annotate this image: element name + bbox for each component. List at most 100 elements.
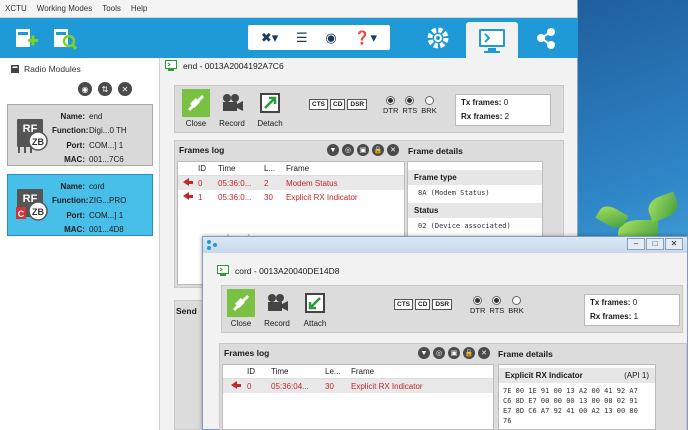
rts-toggle[interactable] <box>405 96 415 105</box>
module-name: end <box>89 111 103 121</box>
close-connection-button[interactable]: Close <box>179 89 213 128</box>
menu-item-help[interactable]: Help <box>126 4 152 13</box>
attach-button[interactable]: Attach <box>298 289 332 328</box>
frame-details-title: Frame details <box>498 349 553 359</box>
row-id: 1 <box>198 192 203 202</box>
coord-device-toolbar: Close Record Attach CTS CD DSR DTR RTS B… <box>221 285 683 333</box>
clear-icon[interactable]: ✕ <box>478 347 490 359</box>
col-time[interactable]: Time <box>218 164 264 173</box>
console-tab-cord[interactable]: cord - 0013A20040DE14D8 <box>217 265 339 276</box>
record-button[interactable]: Record <box>215 89 249 128</box>
plug-icon <box>182 89 210 117</box>
help-icon[interactable]: ❓▾ <box>354 30 377 46</box>
frames-counter: Tx frames: 0 Rx frames: 2 <box>455 94 551 126</box>
radio-module-end[interactable]: RF ZB Name: end Function: Digi...0 TH Port… <box>7 104 153 166</box>
brk-label: BRK <box>421 106 437 115</box>
desktop-leaf <box>645 191 681 223</box>
configuration-mode-button[interactable] <box>424 24 452 52</box>
clear-icon[interactable]: ✕ <box>387 144 399 156</box>
search-icon[interactable]: ◎ <box>433 347 445 359</box>
console-icon <box>217 265 229 276</box>
consoles-mode-tab[interactable] <box>466 22 518 58</box>
add-module-button[interactable] <box>12 24 40 52</box>
frames-generator-icon[interactable]: ☰ <box>296 30 308 46</box>
zigbee-badge-cord: ZB <box>32 207 44 217</box>
record-button-label: Record <box>219 119 245 128</box>
close-window-button[interactable]: ✕ <box>665 238 683 250</box>
video-camera-icon <box>218 89 246 117</box>
lock-icon[interactable]: 🔒 <box>463 347 475 359</box>
menu-item-working-modes[interactable]: Working Modes <box>32 4 97 13</box>
menu-item-xctu[interactable]: XCTU <box>0 4 32 13</box>
col-id[interactable]: ID <box>247 367 271 376</box>
search-icon[interactable]: ◎ <box>342 144 354 156</box>
dtr-toggle[interactable] <box>386 96 396 105</box>
menu-item-tools[interactable]: Tools <box>97 4 126 13</box>
lock-icon[interactable]: 🔒 <box>372 144 384 156</box>
remove-modules-icon[interactable]: ✕ <box>118 82 132 96</box>
window-title-bar[interactable]: – □ ✕ <box>203 237 687 253</box>
row-id: 0 <box>198 178 203 188</box>
col-length[interactable]: Le... <box>325 367 351 376</box>
tools-icon[interactable]: ✖▾ <box>261 30 278 46</box>
record-button-label: Record <box>264 319 290 328</box>
dtr-label: DTR <box>383 106 399 115</box>
chat-icon[interactable]: ◉ <box>325 30 336 46</box>
close-connection-button[interactable]: Close <box>224 289 258 328</box>
filter-icon[interactable]: ▼ <box>327 144 339 156</box>
radio-module-cord[interactable]: RF C ZB Name: cord Function: ZIG...PRO Por… <box>7 174 153 236</box>
frames-counter: Tx frames: 0 Rx frames: 1 <box>584 294 680 326</box>
row-length: 30 <box>325 381 334 391</box>
main-toolbar: ✖▾ ☰ ◉ ❓▾ <box>0 18 578 58</box>
search-modules-icon[interactable]: ◉ <box>78 82 92 96</box>
brk-toggle[interactable] <box>511 296 521 305</box>
rts-label: RTS <box>402 106 418 115</box>
cd-indicator: CD <box>330 99 346 110</box>
tx-frames-count: 0 <box>503 98 509 107</box>
brk-toggle[interactable] <box>424 96 434 105</box>
hex-line: C6 8D E7 00 00 00 13 00 00 02 91 <box>503 397 638 405</box>
col-frame[interactable]: Frame <box>351 367 471 376</box>
zigbee-coordinator-icon: RF C ZB <box>16 189 48 221</box>
save-icon[interactable]: ▣ <box>357 144 369 156</box>
table-row[interactable]: 1 05:36:0... 30 Explicit RX Indicator <box>178 190 404 204</box>
col-time[interactable]: Time <box>271 367 325 376</box>
record-button[interactable]: Record <box>260 289 294 328</box>
filter-icon[interactable]: ▼ <box>418 347 430 359</box>
module-mac: 001...7C6 <box>89 155 124 165</box>
window-controls: – □ ✕ <box>627 238 683 250</box>
sort-modules-icon[interactable]: ⇅ <box>98 82 112 96</box>
cts-indicator: CTS <box>309 99 328 110</box>
minimize-button[interactable]: – <box>627 238 645 250</box>
table-row[interactable]: 0 05:36:0... 2 Modem Status <box>178 176 404 190</box>
add-device-icon <box>16 29 38 47</box>
rts-toggle[interactable] <box>492 296 502 305</box>
detach-button-label: Detach <box>257 119 283 128</box>
close-button-label: Close <box>230 319 252 328</box>
menu-bar: XCTU Working Modes Tools Help <box>0 0 577 18</box>
module-port-label: Port: <box>66 140 85 150</box>
rts-label: RTS <box>489 306 505 315</box>
dsr-indicator: DSR <box>347 99 368 110</box>
row-id: 0 <box>247 381 252 391</box>
col-id[interactable]: ID <box>198 164 218 173</box>
frame-details-api: (API 1) <box>624 371 649 380</box>
console-tab-end[interactable]: end - 0013A2004192A7C6 <box>165 60 284 71</box>
col-frame[interactable]: Frame <box>286 164 386 173</box>
rx-frames-label: Rx frames: <box>590 312 632 321</box>
received-arrow-icon <box>183 192 193 200</box>
maximize-button[interactable]: □ <box>646 238 664 250</box>
detach-button[interactable]: Detach <box>253 89 287 128</box>
col-length[interactable]: L... <box>264 164 286 173</box>
rx-frames-count: 1 <box>633 312 639 321</box>
row-frame: Modem Status <box>286 178 338 188</box>
tx-frames-label: Tx frames: <box>590 298 631 307</box>
module-port: COM...] 1 <box>89 140 124 150</box>
dtr-toggle[interactable] <box>473 296 483 305</box>
table-row[interactable]: 0 05:36:04... 30 Explicit RX Indicator <box>223 379 493 393</box>
save-icon[interactable]: ▣ <box>448 347 460 359</box>
network-mode-button[interactable] <box>532 24 560 52</box>
module-name-label: Name: <box>60 111 85 121</box>
send-panel <box>174 300 204 430</box>
discover-modules-button[interactable] <box>50 24 78 52</box>
